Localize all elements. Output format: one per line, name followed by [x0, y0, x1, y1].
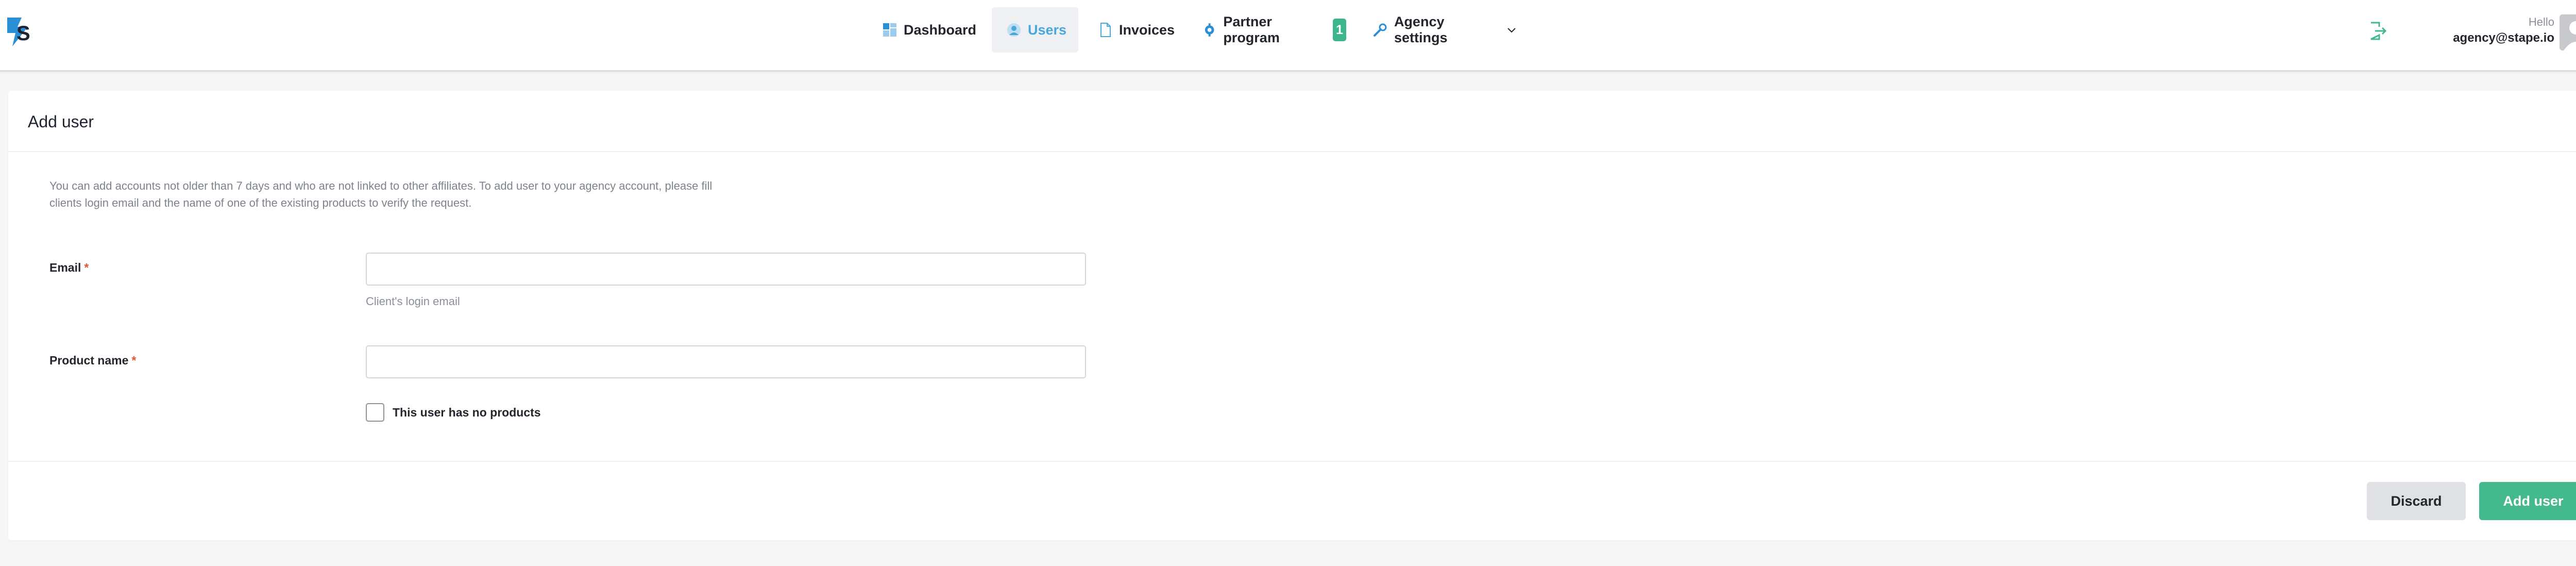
- required-mark: *: [131, 354, 137, 367]
- footer-divider: [8, 461, 2576, 462]
- email-label: Email *: [49, 261, 89, 275]
- add-user-button[interactable]: Add user: [2479, 482, 2576, 520]
- nav-users[interactable]: Users: [992, 7, 1078, 53]
- product-name-field[interactable]: [366, 345, 1086, 378]
- partner-icon: [1205, 23, 1214, 37]
- nav-agency-settings[interactable]: Agency settings: [1372, 7, 1517, 53]
- nav-partner-program[interactable]: Partner program 1: [1202, 7, 1346, 53]
- partner-count-badge: 1: [1333, 19, 1346, 41]
- no-products-checkbox[interactable]: [366, 403, 384, 422]
- email-field[interactable]: [366, 253, 1086, 286]
- email-hint: Client's login email: [366, 295, 460, 308]
- user-email: agency@stape.io: [2453, 31, 2554, 45]
- add-user-card: Add user You can add accounts not older …: [8, 91, 2576, 540]
- nav-dashboard-label: Dashboard: [904, 22, 977, 38]
- invoice-icon: [1100, 23, 1111, 37]
- hello-text: Hello: [2528, 15, 2554, 28]
- no-products-checkbox-row[interactable]: This user has no products: [366, 403, 541, 422]
- instructions-text: You can add accounts not older than 7 da…: [49, 179, 713, 209]
- page-title: Add user: [28, 112, 94, 131]
- users-icon: [1007, 23, 1021, 37]
- chevron-down-icon: [1507, 28, 1516, 33]
- dashboard-icon: [883, 23, 896, 37]
- nav-partner-label: Partner program: [1223, 14, 1280, 45]
- top-header: S Dashboard Users Invoices Partner progr…: [0, 0, 2576, 72]
- product-name-label-text: Product name: [49, 354, 129, 367]
- nav-invoices[interactable]: Invoices: [1097, 7, 1175, 53]
- main-nav: Dashboard Users Invoices Partner program…: [0, 7, 2576, 53]
- product-name-label: Product name *: [49, 354, 136, 368]
- nav-users-label: Users: [1028, 22, 1067, 38]
- no-products-label: This user has no products: [393, 405, 541, 419]
- nav-invoices-label: Invoices: [1118, 22, 1175, 38]
- required-mark: *: [84, 261, 89, 274]
- divider: [8, 151, 2576, 152]
- nav-agency-label: Agency settings: [1394, 14, 1448, 45]
- nav-dashboard[interactable]: Dashboard: [882, 7, 978, 53]
- user-greeting: Hello agency@stape.io: [2453, 14, 2554, 46]
- avatar[interactable]: [2560, 14, 2576, 51]
- wrench-icon: [1373, 23, 1387, 37]
- discard-button[interactable]: Discard: [2367, 482, 2466, 520]
- email-label-text: Email: [49, 261, 81, 274]
- logout-icon[interactable]: [2368, 21, 2387, 41]
